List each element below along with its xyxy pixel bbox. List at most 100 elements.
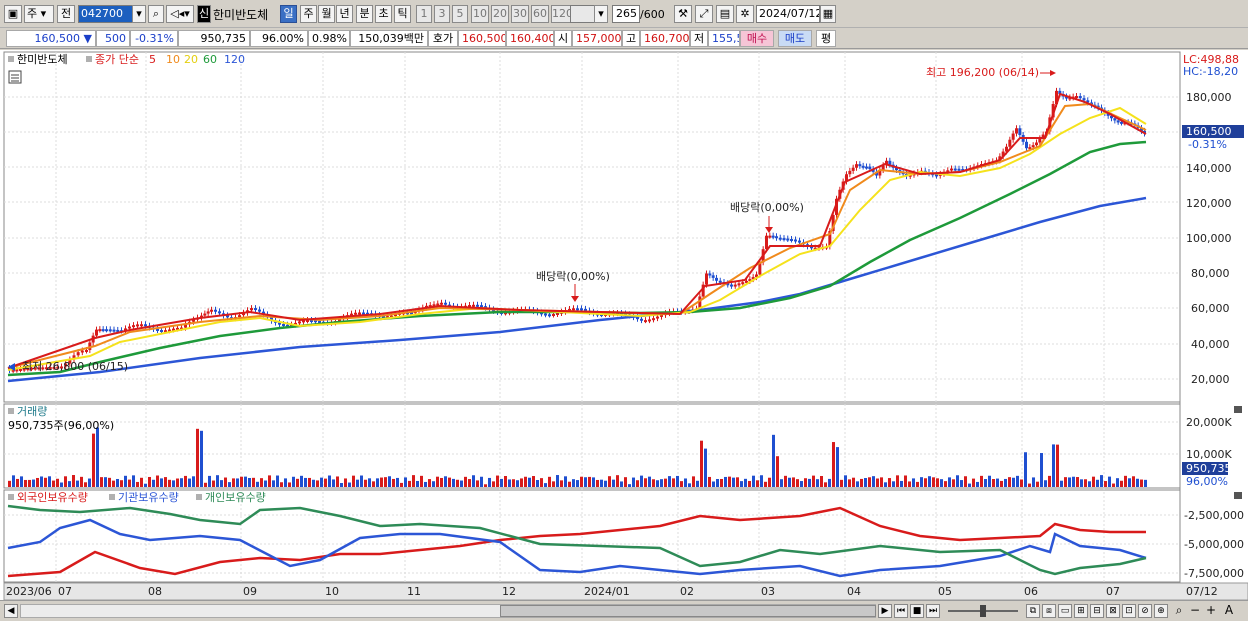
- scroll-thumb[interactable]: [500, 605, 876, 617]
- volume-bar: [1020, 479, 1023, 487]
- x-tick: 05: [938, 585, 952, 598]
- period-tab[interactable]: 주: [300, 5, 317, 23]
- volume-bar: [112, 480, 115, 487]
- candle: [708, 273, 712, 276]
- close-icon[interactable]: [1234, 406, 1242, 413]
- gear-icon[interactable]: ✲: [736, 5, 754, 23]
- scroll-left-icon[interactable]: ◀: [4, 604, 18, 618]
- volume-bar: [980, 475, 983, 487]
- sell-button[interactable]: 매도: [778, 30, 812, 47]
- layout-icon[interactable]: ⧈: [1042, 604, 1056, 618]
- period-tab[interactable]: 일: [280, 5, 297, 23]
- stock-chart-svg[interactable]: 한미반도체 종가 단순 5 10 20 60 120 LC:498,88 HC:…: [0, 50, 1248, 601]
- calendar-icon[interactable]: ▦: [820, 5, 836, 23]
- save-icon[interactable]: ▤: [716, 5, 734, 23]
- zoom-in-icon[interactable]: +: [1204, 604, 1218, 618]
- volume-bar: [324, 478, 327, 487]
- period-tab[interactable]: 틱: [394, 5, 411, 23]
- interval-button[interactable]: 20: [491, 5, 509, 23]
- volume-bar: [720, 478, 723, 487]
- date-input[interactable]: 2024/07/12: [756, 5, 820, 23]
- volume-bar: [292, 476, 295, 487]
- interval-button[interactable]: 5: [452, 5, 468, 23]
- volume-bar: [1004, 478, 1007, 487]
- period-tab[interactable]: 년: [336, 5, 353, 23]
- legend-toggle-icon[interactable]: [196, 494, 202, 500]
- volume-bar: [360, 475, 363, 487]
- market-type-select[interactable]: 주 ▾: [24, 5, 54, 23]
- volume-bar: [320, 477, 323, 487]
- window-menu-icon[interactable]: ▣: [4, 5, 22, 23]
- buy-button[interactable]: 매수: [740, 30, 774, 47]
- candle: [1035, 142, 1038, 146]
- layout-icon[interactable]: ⧉: [1026, 604, 1040, 618]
- interval-button[interactable]: 30: [511, 5, 529, 23]
- chart-type-icon[interactable]: ⊞: [1074, 604, 1088, 618]
- crosshair-icon[interactable]: ⤢: [695, 5, 713, 23]
- scroll-right-icon[interactable]: ▶: [878, 604, 892, 618]
- quote-open: 157,000: [572, 30, 622, 47]
- volume-bar: [944, 481, 947, 487]
- chevron-down-icon[interactable]: ▾: [594, 5, 608, 23]
- legend-toggle-icon[interactable]: [8, 56, 14, 62]
- volume-bar: [232, 478, 235, 487]
- chart-area[interactable]: 한미반도체 종가 단순 5 10 20 60 120 LC:498,88 HC:…: [0, 50, 1248, 601]
- period-tab[interactable]: 분: [356, 5, 373, 23]
- volume-bar: [16, 478, 19, 487]
- volume-bar: [468, 479, 471, 487]
- volume-bar: [792, 477, 795, 487]
- volume-bar: [456, 479, 459, 487]
- interval-button[interactable]: 60: [531, 5, 549, 23]
- chevron-down-icon[interactable]: ▾: [132, 5, 146, 23]
- chart-type-icon[interactable]: ⊟: [1090, 604, 1104, 618]
- volume-bar: [724, 476, 727, 487]
- volume-bar: [1092, 476, 1095, 487]
- legend-toggle-icon[interactable]: [8, 408, 14, 414]
- eval-button[interactable]: 평: [816, 30, 836, 47]
- period-tab[interactable]: 월: [318, 5, 335, 23]
- prev-button[interactable]: 전: [57, 5, 75, 23]
- volume-bar: [376, 478, 379, 487]
- count-input[interactable]: 265: [612, 5, 640, 23]
- candle: [254, 308, 257, 311]
- candle: [444, 302, 447, 305]
- volume-bar: [1120, 480, 1123, 487]
- search-icon[interactable]: ⌕: [148, 5, 164, 23]
- candle: [715, 277, 718, 281]
- volume-bar: [868, 477, 871, 487]
- interval-button[interactable]: 10: [471, 5, 489, 23]
- layout-icon[interactable]: ▭: [1058, 604, 1072, 618]
- close-icon[interactable]: [1234, 492, 1242, 499]
- legend-toggle-icon[interactable]: [109, 494, 115, 500]
- volume-bar: [220, 480, 223, 487]
- legend-toggle-icon[interactable]: [86, 56, 92, 62]
- candle: [865, 166, 868, 169]
- candle: [1015, 128, 1018, 134]
- dividend-annotation-2: 배당락(0,00%): [730, 201, 804, 214]
- speaker-icon[interactable]: ◁◂▾: [166, 5, 194, 23]
- market-type-value: 주: [27, 7, 38, 20]
- legend-toggle-icon[interactable]: [8, 494, 14, 500]
- fast-forward-icon[interactable]: ⏭: [926, 604, 940, 618]
- candle: [203, 313, 207, 316]
- volume-bar: [136, 481, 139, 487]
- period-tab[interactable]: 초: [375, 5, 392, 23]
- volume-bar: [448, 477, 451, 487]
- chart-type-icon[interactable]: ⊡: [1122, 604, 1136, 618]
- zoom-slider-handle[interactable]: [980, 605, 986, 617]
- interval-button[interactable]: 120: [551, 5, 571, 23]
- interval-button[interactable]: 3: [434, 5, 450, 23]
- volume-bar: [532, 476, 535, 487]
- zoom-out-icon[interactable]: −: [1188, 604, 1202, 618]
- chart-type-icon[interactable]: ⊠: [1106, 604, 1120, 618]
- stop-icon[interactable]: ■: [910, 604, 924, 618]
- zoom-icon[interactable]: ⌕: [1172, 604, 1186, 618]
- chart-tools-icon[interactable]: ⚒: [674, 5, 692, 23]
- volume-bar: [248, 477, 251, 487]
- volume-bar: [828, 478, 831, 487]
- rewind-icon[interactable]: ⏮: [894, 604, 908, 618]
- interval-button[interactable]: 1: [416, 5, 432, 23]
- chart-type-icon[interactable]: ⊕: [1154, 604, 1168, 618]
- font-size-icon[interactable]: A: [1222, 604, 1236, 618]
- chart-type-icon[interactable]: ⊘: [1138, 604, 1152, 618]
